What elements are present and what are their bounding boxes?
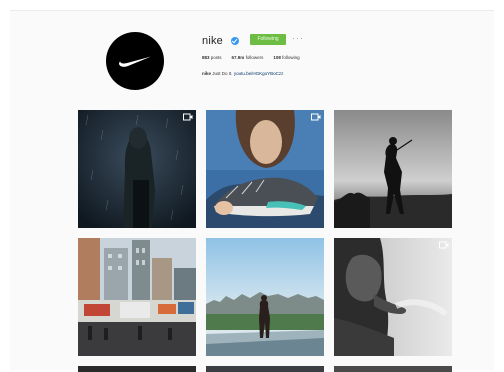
following-label: following [282, 55, 300, 60]
post-image-runner [78, 110, 196, 228]
post-image-golfer [334, 110, 452, 228]
post-tile-partial[interactable] [334, 366, 452, 372]
followers-stat[interactable]: 67.9m followers [232, 55, 264, 60]
video-camera-icon [439, 241, 449, 249]
post-tile[interactable] [206, 110, 324, 228]
profile-bio: nike Just Do It. youtu.be/HGKgoYBoCzz [202, 71, 283, 76]
instagram-profile-page: nike Following ··· 883 posts 67.9m follo… [0, 0, 504, 372]
post-image-rooftop [206, 238, 324, 356]
post-tile[interactable] [334, 238, 452, 356]
bio-link[interactable]: youtu.be/HGKgoYBoCzz [234, 71, 284, 76]
post-image-athlete [334, 238, 452, 356]
post-tile-partial[interactable] [206, 366, 324, 372]
followers-label: followers [245, 55, 264, 60]
more-options-button[interactable]: ··· [292, 33, 304, 43]
post-image-city [78, 238, 196, 356]
video-camera-icon [311, 113, 321, 121]
following-button[interactable]: Following [250, 34, 286, 45]
post-tile[interactable] [334, 110, 452, 228]
bio-name: nike [202, 71, 212, 76]
swoosh-logo-icon [119, 56, 151, 67]
post-tile[interactable] [78, 110, 196, 228]
video-camera-icon [183, 113, 193, 121]
post-image-shoe [206, 110, 324, 228]
post-tile-partial[interactable] [78, 366, 196, 372]
posts-stat: 883 posts [202, 55, 222, 60]
profile-avatar[interactable] [106, 32, 164, 90]
post-tile[interactable] [78, 238, 196, 356]
following-stat[interactable]: 108 following [273, 55, 299, 60]
bio-text: Just Do It. [212, 71, 233, 76]
posts-label: posts [210, 55, 222, 60]
posts-count: 883 [202, 55, 210, 60]
profile-username: nike [202, 35, 223, 47]
followers-count: 67.9m [231, 55, 245, 60]
post-tile[interactable] [206, 238, 324, 356]
profile-stats: 883 posts 67.9m followers 108 following [202, 55, 300, 60]
following-count: 108 [273, 55, 281, 60]
verified-badge-icon [231, 37, 239, 45]
